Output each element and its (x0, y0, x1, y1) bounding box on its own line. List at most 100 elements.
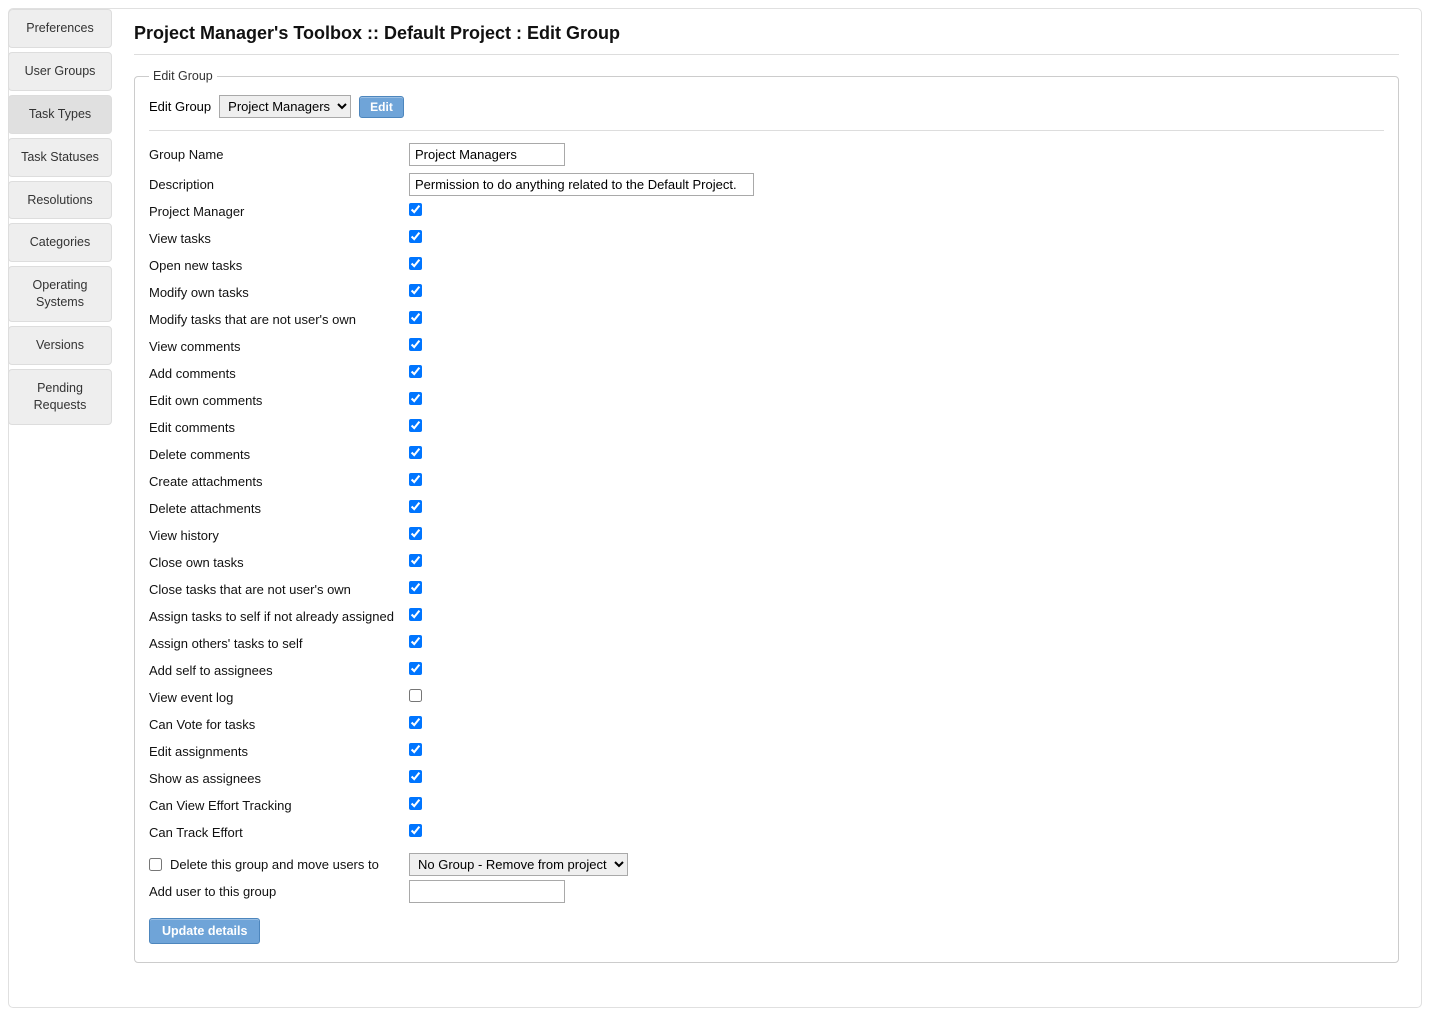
permission-row: Show as assignees (149, 765, 1384, 791)
permission-checkbox[interactable] (409, 662, 422, 675)
permission-checkbox[interactable] (409, 689, 422, 702)
sidebar-item-user-groups[interactable]: User Groups (8, 52, 112, 91)
edit-group-select-row: Edit Group Project Managers Edit (149, 95, 1384, 131)
permission-checkbox[interactable] (409, 284, 422, 297)
sidebar-item-task-statuses[interactable]: Task Statuses (8, 138, 112, 177)
permission-checkbox[interactable] (409, 230, 422, 243)
permission-label: Close tasks that are not user's own (149, 582, 409, 597)
permission-label: Delete comments (149, 447, 409, 462)
permission-checkbox[interactable] (409, 824, 422, 837)
permission-label: Edit comments (149, 420, 409, 435)
move-users-select[interactable]: No Group - Remove from project (409, 853, 628, 876)
permission-label: Can View Effort Tracking (149, 798, 409, 813)
description-label: Description (149, 177, 409, 192)
permission-checkbox[interactable] (409, 311, 422, 324)
fieldset-legend: Edit Group (149, 69, 217, 83)
edit-group-label: Edit Group (149, 99, 211, 114)
permission-row: Delete attachments (149, 495, 1384, 521)
edit-group-fieldset: Edit Group Edit Group Project Managers E… (134, 69, 1399, 963)
permission-label: Add self to assignees (149, 663, 409, 678)
permission-label: Edit own comments (149, 393, 409, 408)
permission-checkbox[interactable] (409, 203, 422, 216)
permission-checkbox[interactable] (409, 338, 422, 351)
sidebar-item-resolutions[interactable]: Resolutions (8, 181, 112, 220)
permission-row: View tasks (149, 225, 1384, 251)
permission-checkbox[interactable] (409, 392, 422, 405)
permission-row: Can Track Effort (149, 819, 1384, 845)
permission-label: Show as assignees (149, 771, 409, 786)
permission-label: Delete attachments (149, 501, 409, 516)
group-name-input[interactable] (409, 143, 565, 166)
permission-label: Create attachments (149, 474, 409, 489)
permission-label: View tasks (149, 231, 409, 246)
sidebar-item-preferences[interactable]: Preferences (8, 9, 112, 48)
permission-row: View event log (149, 684, 1384, 710)
permission-row: Modify tasks that are not user's own (149, 306, 1384, 332)
sidebar-item-versions[interactable]: Versions (8, 326, 112, 365)
permission-row: Close tasks that are not user's own (149, 576, 1384, 602)
permission-checkbox[interactable] (409, 608, 422, 621)
permission-label: Can Track Effort (149, 825, 409, 840)
permission-label: Close own tasks (149, 555, 409, 570)
permission-row: View comments (149, 333, 1384, 359)
permission-checkbox[interactable] (409, 581, 422, 594)
permission-label: Add comments (149, 366, 409, 381)
permission-checkbox[interactable] (409, 365, 422, 378)
edit-group-select[interactable]: Project Managers (219, 95, 351, 118)
permission-label: Can Vote for tasks (149, 717, 409, 732)
permission-row: Edit own comments (149, 387, 1384, 413)
permission-checkbox[interactable] (409, 797, 422, 810)
page-title: Project Manager's Toolbox :: Default Pro… (134, 23, 1399, 55)
sidebar-item-categories[interactable]: Categories (8, 223, 112, 262)
permission-checkbox[interactable] (409, 527, 422, 540)
permission-checkbox[interactable] (409, 635, 422, 648)
permission-row: Can Vote for tasks (149, 711, 1384, 737)
permission-label: Assign others' tasks to self (149, 636, 409, 651)
group-name-label: Group Name (149, 147, 409, 162)
sidebar-item-task-types[interactable]: Task Types (8, 95, 112, 134)
permission-checkbox[interactable] (409, 743, 422, 756)
permission-row: Open new tasks (149, 252, 1384, 278)
permission-checkbox[interactable] (409, 770, 422, 783)
permission-label: View comments (149, 339, 409, 354)
delete-group-checkbox[interactable] (149, 858, 162, 871)
permission-label: View event log (149, 690, 409, 705)
sidebar: Preferences User Groups Task Types Task Sta… (8, 9, 112, 429)
permission-checkbox[interactable] (409, 257, 422, 270)
permission-row: View history (149, 522, 1384, 548)
permission-row: Assign tasks to self if not already assi… (149, 603, 1384, 629)
permission-checkbox[interactable] (409, 473, 422, 486)
permission-label: Project Manager (149, 204, 409, 219)
permission-label: View history (149, 528, 409, 543)
permission-label: Modify tasks that are not user's own (149, 312, 409, 327)
permission-label: Edit assignments (149, 744, 409, 759)
permission-label: Modify own tasks (149, 285, 409, 300)
permission-label: Assign tasks to self if not already assi… (149, 609, 409, 624)
update-details-button[interactable]: Update details (149, 918, 260, 944)
permission-checkbox[interactable] (409, 554, 422, 567)
permission-row: Edit comments (149, 414, 1384, 440)
content-area: Project Manager's Toolbox :: Default Pro… (112, 9, 1421, 977)
permission-row: Add self to assignees (149, 657, 1384, 683)
sidebar-item-operating-systems[interactable]: Operating Systems (8, 266, 112, 322)
permission-checkbox[interactable] (409, 716, 422, 729)
permission-row: Can View Effort Tracking (149, 792, 1384, 818)
permission-row: Assign others' tasks to self (149, 630, 1384, 656)
delete-group-label: Delete this group and move users to (170, 857, 379, 872)
add-user-input[interactable] (409, 880, 565, 903)
permission-checkbox[interactable] (409, 446, 422, 459)
sidebar-item-pending-requests[interactable]: Pending Requests (8, 369, 112, 425)
description-input[interactable] (409, 173, 754, 196)
permission-row: Project Manager (149, 198, 1384, 224)
permission-row: Delete comments (149, 441, 1384, 467)
permission-row: Edit assignments (149, 738, 1384, 764)
permission-checkbox[interactable] (409, 419, 422, 432)
add-user-label: Add user to this group (149, 884, 409, 899)
permission-label: Open new tasks (149, 258, 409, 273)
edit-button[interactable]: Edit (359, 96, 404, 118)
permission-row: Create attachments (149, 468, 1384, 494)
permission-checkbox[interactable] (409, 500, 422, 513)
permission-row: Close own tasks (149, 549, 1384, 575)
permission-row: Add comments (149, 360, 1384, 386)
permission-row: Modify own tasks (149, 279, 1384, 305)
